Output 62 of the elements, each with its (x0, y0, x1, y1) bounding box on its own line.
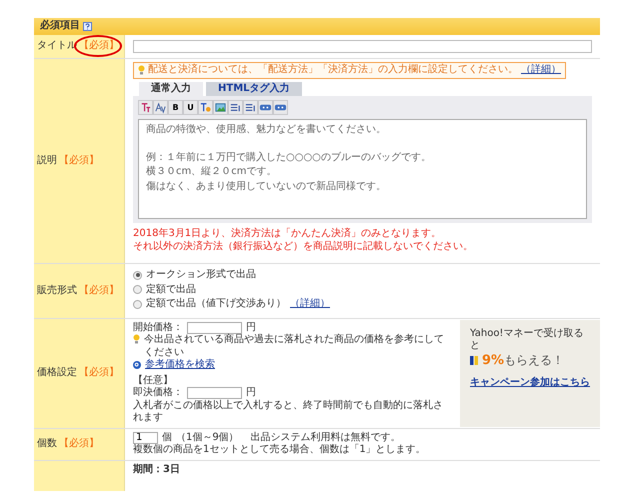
points-icon (470, 356, 478, 366)
warning-text: それ以外の決済方法（銀行振込など）を商品説明に記載しないでください。 (133, 240, 474, 253)
placeholder-text: 傷はなく、あまり使用していないので新品同様です。 (146, 180, 387, 194)
required-tag: 【必須】 (59, 438, 99, 450)
notice-text: 配送と決済については、「配送方法」「決済方法」の入力欄に設定してください。 (148, 64, 518, 76)
description-field[interactable]: 商品の特徴や、使用感、魅力などを書いてください。 例：１年前に１万円で購入した○○○○のブルーのバッグです。 横３０cm、縦２０cmです。 傷はなく、あまり使用していないので新品同様です。 (138, 119, 587, 219)
search-icon (133, 361, 141, 370)
lightbulb-icon (138, 65, 145, 76)
range-text: （1個～9個） (176, 432, 239, 444)
option-label: 定額で出品 (146, 284, 196, 296)
details-link[interactable]: （詳細） (290, 298, 330, 310)
radio-button[interactable] (133, 300, 142, 309)
field-label: 個数 (37, 438, 57, 450)
format-button[interactable]: B (168, 100, 183, 115)
buyout-note: 入札者がこの価格以上で入札すると、終了時間前でも自動的に落札されます (133, 400, 444, 424)
required-tag: 【必須】 (79, 366, 119, 380)
format-button[interactable]: U (183, 100, 198, 115)
details-link[interactable]: （詳細） (521, 64, 561, 76)
quantity-note: 複数個の商品を1セットとして売る場合、個数は「1」とします。 (133, 444, 427, 456)
title-input[interactable] (133, 40, 592, 53)
option-label: 定額で出品（値下げ交渉あり） (146, 298, 286, 310)
field-label: 説明 (37, 154, 57, 168)
option-label: オークション形式で出品 (146, 269, 256, 282)
field-label: 即決価格： (133, 387, 183, 400)
field-label: 価格設定 (37, 366, 77, 380)
emoji-icon[interactable] (258, 100, 273, 115)
lightbulb-icon (133, 334, 140, 344)
list-icon[interactable] (228, 100, 243, 115)
field-label: 開始価格： (133, 322, 183, 334)
radio-button[interactable] (133, 270, 142, 280)
field-label: 販売形式 (37, 284, 77, 297)
unit-label: 円 (246, 387, 256, 400)
optional-tag: 【任意】 (133, 374, 452, 387)
image-icon[interactable] (213, 100, 228, 115)
text-color-icon[interactable] (198, 100, 213, 115)
editor-tab[interactable]: 通常入力 (139, 82, 203, 96)
placeholder-text: 横３０cm、縦２０cmです。 (146, 165, 278, 179)
buyout-price-input[interactable] (187, 387, 242, 400)
required-tag: 【必須】 (79, 284, 119, 297)
search-price-link[interactable]: 参考価格を検索 (145, 359, 215, 372)
unit-label: 円 (246, 322, 256, 334)
campaign-link[interactable]: キャンペーン参加はこちら (470, 376, 590, 390)
placeholder-text: 商品の特徴や、使用感、魅力などを書いてください。 (146, 123, 387, 137)
required-tag: 【必須】 (59, 154, 99, 168)
list-icon[interactable] (243, 100, 258, 115)
unit-label: 個 (162, 432, 172, 444)
placeholder-text: 例：１年前に１万円で購入した○○○○のブルーのバッグです。 (146, 150, 432, 164)
section-title: 必須項目 (40, 20, 80, 33)
promo-text: Yahoo!マネーで受け取ると (470, 328, 584, 352)
emoji-icon[interactable] (273, 100, 288, 115)
period-text: 期間：3日 (133, 464, 181, 476)
promo-rate: 9%もらえる！ (482, 352, 564, 369)
help-icon[interactable] (83, 22, 92, 31)
text-size-icon[interactable] (153, 100, 168, 115)
font-style-icon[interactable] (138, 100, 153, 115)
warning-text: 2018年3月1日より、決済方法は「かんたん決済」のみとなります。 (133, 228, 442, 240)
editor-tab[interactable]: HTMLタグ入力 (206, 82, 302, 96)
radio-button[interactable] (133, 285, 142, 294)
hint-text: 今出品されている商品や過去に落札された商品の価格を参考にしてください (144, 334, 445, 358)
required-tag: 【必須】 (79, 40, 119, 52)
fee-text: 出品システム利用料は無料です。 (250, 432, 401, 444)
start-price-input[interactable] (187, 322, 242, 334)
